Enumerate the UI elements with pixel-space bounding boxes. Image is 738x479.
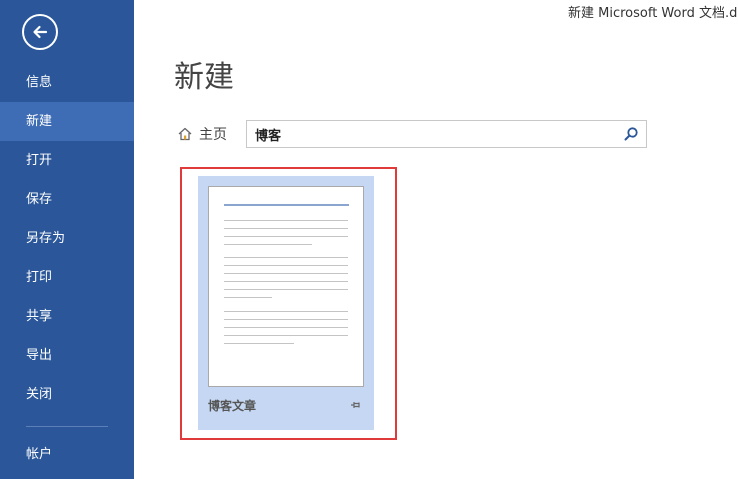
sidebar-item-save-as[interactable]: 另存为 [0, 219, 134, 258]
document-title: 新建 Microsoft Word 文档.docx [568, 6, 738, 21]
template-card-blog-post[interactable]: 博客文章 [198, 176, 374, 430]
home-link[interactable]: 主页 [177, 124, 227, 144]
template-search-box [246, 120, 647, 148]
sidebar-item-info[interactable]: 信息 [0, 63, 134, 102]
back-button[interactable] [22, 14, 58, 50]
page-title: 新建 [174, 60, 234, 95]
home-icon [178, 127, 192, 141]
search-icon[interactable] [623, 126, 639, 142]
sidebar-item-open[interactable]: 打开 [0, 141, 134, 180]
back-arrow-icon [33, 25, 48, 39]
sidebar-item-export[interactable]: 导出 [0, 336, 134, 375]
pin-icon[interactable] [350, 399, 362, 411]
sidebar-nav: 信息 新建 打开 保存 另存为 打印 共享 导出 关闭 [0, 63, 134, 414]
sidebar-item-save[interactable]: 保存 [0, 180, 134, 219]
home-label: 主页 [199, 127, 227, 143]
sidebar-item-new[interactable]: 新建 [0, 102, 134, 141]
sidebar-item-close[interactable]: 关闭 [0, 375, 134, 414]
template-thumbnail [208, 186, 364, 387]
sidebar-divider [26, 426, 108, 427]
sidebar-item-print[interactable]: 打印 [0, 258, 134, 297]
template-search-input[interactable] [255, 125, 615, 144]
template-name: 博客文章 [208, 399, 257, 413]
sidebar-item-account[interactable]: 帐户 [0, 436, 134, 474]
backstage-sidebar: 信息 新建 打开 保存 另存为 打印 共享 导出 关闭 帐户 [0, 0, 134, 479]
sidebar-item-share[interactable]: 共享 [0, 297, 134, 336]
word-backstage: 信息 新建 打开 保存 另存为 打印 共享 导出 关闭 帐户 新建 Micros… [0, 0, 738, 479]
